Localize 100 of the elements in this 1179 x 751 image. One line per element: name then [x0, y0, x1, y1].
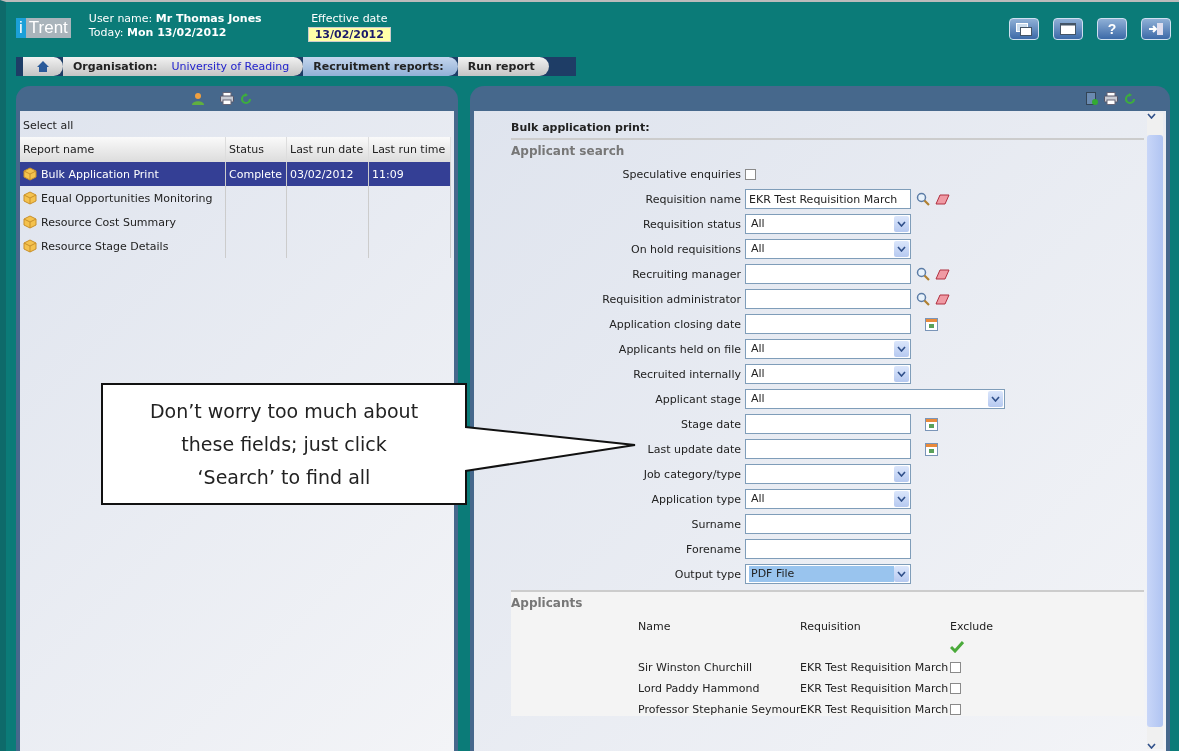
section-heading: Applicants	[511, 596, 584, 610]
exclude-checkbox[interactable]	[950, 662, 961, 673]
refresh-icon[interactable]	[1124, 92, 1136, 105]
caret-icon[interactable]	[897, 221, 906, 227]
eraser-icon[interactable]	[935, 293, 950, 305]
table-cell[interactable]: Resource Stage Details	[20, 234, 226, 258]
dropdown[interactable]: PDF File	[745, 564, 911, 584]
field-label: Application type	[650, 492, 741, 506]
applicant-name: Sir Winston Churchill	[638, 661, 754, 674]
field-label: Applicants held on file	[617, 342, 741, 356]
caret-icon[interactable]	[991, 396, 1000, 402]
eraser-icon[interactable]	[935, 193, 950, 205]
cube-icon	[23, 215, 37, 229]
date-field[interactable]	[745, 414, 911, 434]
column-header: Name	[638, 620, 672, 633]
table-cell[interactable]: Bulk Application Print	[20, 162, 226, 186]
field-label: Job category/type	[642, 467, 741, 481]
cube-icon	[23, 167, 37, 181]
caret-icon[interactable]	[897, 496, 906, 502]
dropdown[interactable]: All	[745, 364, 911, 384]
calendar-icon[interactable]	[925, 417, 938, 431]
field-label: Last update date	[646, 442, 741, 456]
dropdown[interactable]: All	[745, 489, 911, 509]
field-label: Output type	[673, 567, 741, 581]
column-header: Exclude	[950, 620, 995, 633]
search-icon[interactable]	[916, 292, 930, 306]
field-label: Speculative enquiries	[621, 167, 741, 181]
select-all-link[interactable]: Select all	[20, 111, 454, 137]
exclude-checkbox[interactable]	[950, 683, 961, 694]
person-icon[interactable]	[192, 92, 204, 105]
table-cell: 03/02/2012	[287, 162, 369, 186]
cube-icon	[23, 239, 37, 253]
check-icon[interactable]	[950, 641, 964, 653]
field-label: Requisition administrator	[601, 292, 741, 306]
dropdown[interactable]: All	[745, 389, 1005, 409]
column-header[interactable]: Status	[226, 137, 287, 162]
field-label: Requisition name	[644, 192, 741, 206]
report-name: Resource Cost Summary	[41, 215, 177, 229]
printer-icon[interactable]	[1104, 92, 1118, 105]
column-header[interactable]: Last run date	[287, 137, 369, 162]
exclude-checkbox[interactable]	[950, 704, 961, 715]
search-icon[interactable]	[916, 267, 930, 281]
effective-date-value[interactable]: 13/02/2012	[307, 27, 391, 42]
date-field[interactable]	[745, 314, 911, 334]
scrollbar[interactable]	[1147, 113, 1163, 749]
breadcrumb-label: Organisation:	[73, 60, 158, 73]
text-field[interactable]	[745, 514, 911, 534]
windows-button[interactable]	[1009, 18, 1039, 40]
logo: i Trent	[16, 18, 71, 38]
date-field[interactable]	[745, 439, 911, 459]
text-field[interactable]: EKR Test Requisition March	[745, 189, 911, 209]
dropdown[interactable]: All	[745, 214, 911, 234]
requisition-name: EKR Test Requisition March	[800, 703, 950, 716]
table-cell[interactable]: Resource Cost Summary	[20, 210, 226, 234]
exit-button[interactable]	[1141, 18, 1171, 40]
breadcrumb-item[interactable]: Run report	[457, 57, 549, 76]
table-cell: 11:09	[369, 162, 451, 186]
field-label: Requisition status	[641, 217, 741, 231]
window-button[interactable]	[1053, 18, 1083, 40]
breadcrumb-item[interactable]: Organisation: University of Reading	[63, 57, 304, 76]
column-header[interactable]: Report name	[20, 137, 226, 162]
caret-icon[interactable]	[897, 471, 906, 477]
caret-icon[interactable]	[897, 571, 906, 577]
text-field[interactable]	[745, 539, 911, 559]
search-icon[interactable]	[916, 192, 930, 206]
caret-icon[interactable]	[1147, 743, 1156, 749]
refresh-icon[interactable]	[240, 92, 252, 105]
home-button[interactable]	[23, 57, 63, 76]
eraser-icon[interactable]	[935, 268, 950, 280]
field-label: On hold requisitions	[630, 242, 741, 256]
table-cell: Complete	[226, 162, 287, 186]
table-cell[interactable]: Equal Opportunities Monitoring	[20, 186, 226, 210]
window-icon	[1060, 23, 1076, 35]
dropdown[interactable]	[745, 464, 911, 484]
calendar-icon[interactable]	[925, 317, 938, 331]
caret-icon[interactable]	[897, 371, 906, 377]
text-field[interactable]	[745, 264, 911, 284]
caret-icon[interactable]	[897, 246, 906, 252]
dropdown[interactable]: All	[745, 339, 911, 359]
cube-icon	[23, 191, 37, 205]
checkbox[interactable]	[745, 168, 756, 180]
document-icon[interactable]	[1086, 92, 1098, 105]
caret-icon[interactable]	[1147, 113, 1156, 119]
section-heading: Applicant search	[511, 144, 626, 158]
caret-icon[interactable]	[897, 346, 906, 352]
breadcrumb-item[interactable]: Recruitment reports:	[303, 57, 458, 76]
windows-icon	[1016, 22, 1032, 36]
effective-date-label: Effective date	[311, 12, 388, 25]
applicant-name: Professor Stephanie Seymour	[638, 703, 800, 716]
column-header[interactable]: Last run time	[369, 137, 451, 162]
calendar-icon[interactable]	[925, 442, 938, 456]
dropdown[interactable]: All	[745, 239, 911, 259]
organisation-link[interactable]: University of Reading	[171, 60, 290, 73]
text-field[interactable]	[745, 289, 911, 309]
requisition-name: EKR Test Requisition March	[800, 661, 950, 674]
printer-icon[interactable]	[220, 92, 234, 105]
field-label: Recruited internally	[632, 367, 741, 381]
field-label: Surname	[690, 517, 741, 531]
column-header: Requisition	[800, 620, 862, 633]
requisition-name: EKR Test Requisition March	[800, 682, 950, 695]
